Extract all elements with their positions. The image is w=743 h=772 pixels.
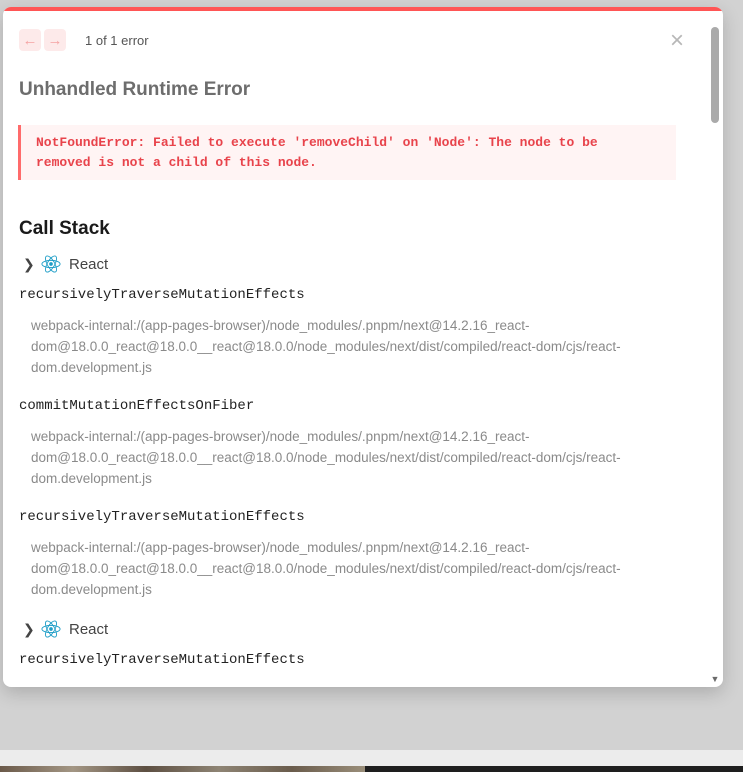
stack-group-react[interactable]: ❯ React bbox=[23, 252, 108, 276]
stack-group-react[interactable]: ❯ React bbox=[23, 617, 108, 641]
error-pagination: ← → 1 of 1 error bbox=[19, 28, 149, 52]
stack-frame-name: recursivelyTraverseMutationEffects bbox=[19, 287, 305, 303]
stack-frame-name: commitMutationEffectsOnFiber bbox=[19, 398, 255, 414]
close-button[interactable]: × bbox=[666, 27, 688, 54]
scroll-down-arrow-icon[interactable]: ▼ bbox=[709, 673, 721, 685]
background-page-strip bbox=[0, 750, 743, 772]
previous-error-button[interactable]: ← bbox=[19, 29, 41, 51]
error-message[interactable]: NotFoundError: Failed to execute 'remove… bbox=[18, 125, 676, 180]
scrollbar-thumb[interactable] bbox=[711, 27, 719, 123]
arrow-right-icon: → bbox=[47, 31, 63, 49]
error-accent-bar bbox=[3, 7, 723, 11]
next-error-button[interactable]: → bbox=[44, 29, 66, 51]
stack-frame-name: recursivelyTraverseMutationEffects bbox=[19, 509, 305, 525]
react-icon bbox=[41, 255, 61, 273]
close-icon: × bbox=[669, 27, 684, 54]
background-image bbox=[0, 766, 365, 772]
stack-frame-name: recursivelyTraverseMutationEffects bbox=[19, 652, 305, 668]
react-icon bbox=[41, 620, 61, 638]
background-dark-area bbox=[365, 766, 743, 772]
chevron-right-icon: ❯ bbox=[23, 620, 35, 637]
stack-group-label: React bbox=[69, 255, 109, 273]
stack-frame-path[interactable]: webpack-internal:/(app-pages-browser)/no… bbox=[31, 426, 661, 489]
dialog-scrollbar[interactable]: ▼ bbox=[709, 23, 721, 685]
stack-group-label: React bbox=[69, 620, 109, 638]
chevron-right-icon: ❯ bbox=[23, 255, 35, 272]
arrow-left-icon: ← bbox=[22, 31, 38, 49]
error-title: Unhandled Runtime Error bbox=[19, 79, 251, 100]
stack-frame-path[interactable]: webpack-internal:/(app-pages-browser)/no… bbox=[31, 537, 661, 600]
error-counter: 1 of 1 error bbox=[85, 32, 149, 48]
error-overlay-dialog: ← → 1 of 1 error × Unhandled Runtime Err… bbox=[3, 7, 723, 687]
stack-frame-path[interactable]: webpack-internal:/(app-pages-browser)/no… bbox=[31, 315, 661, 378]
call-stack-heading: Call Stack bbox=[19, 218, 110, 239]
